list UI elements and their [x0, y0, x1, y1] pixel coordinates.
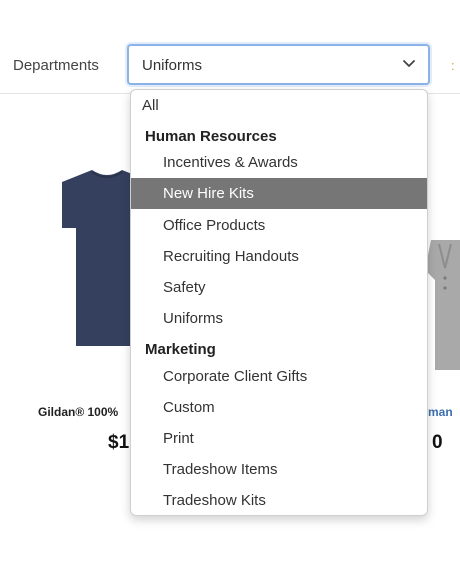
product-price: 0 [432, 432, 443, 453]
select-value: Uniforms [142, 57, 203, 74]
chevron-down-icon [403, 60, 415, 67]
option-office-products[interactable]: Office Products [131, 210, 427, 241]
product-image-navy-tshirt[interactable] [50, 168, 140, 348]
partial-icon: : [451, 58, 455, 73]
option-custom[interactable]: Custom [131, 392, 427, 423]
product-price: $1 [108, 432, 130, 453]
option-uniforms[interactable]: Uniforms [131, 303, 427, 334]
departments-label: Departments [13, 57, 99, 74]
option-all[interactable]: All [131, 90, 427, 121]
departments-select[interactable]: Uniforms [127, 44, 430, 85]
option-new-hire-kits[interactable]: New Hire Kits [131, 178, 427, 209]
option-tradeshow-kits[interactable]: Tradeshow Kits [131, 485, 427, 515]
optgroup-marketing: Marketing [145, 341, 216, 358]
option-recruiting-handouts[interactable]: Recruiting Handouts [131, 241, 427, 272]
option-incentives-awards[interactable]: Incentives & Awards [131, 147, 427, 178]
product-name[interactable]: Gildan® 100% [38, 405, 118, 419]
option-corporate-client-gifts[interactable]: Corporate Client Gifts [131, 361, 427, 392]
page: Departments Uniforms : Gildan® 100% man … [0, 0, 460, 575]
departments-dropdown-list[interactable]: All Human Resources Incentives & Awards … [130, 89, 428, 516]
optgroup-human-resources: Human Resources [145, 128, 277, 145]
option-tradeshow-items[interactable]: Tradeshow Items [131, 454, 427, 485]
option-print[interactable]: Print [131, 423, 427, 454]
product-name[interactable]: man [428, 405, 453, 419]
product-image-gray-polo[interactable] [425, 240, 460, 370]
option-safety[interactable]: Safety [131, 272, 427, 303]
